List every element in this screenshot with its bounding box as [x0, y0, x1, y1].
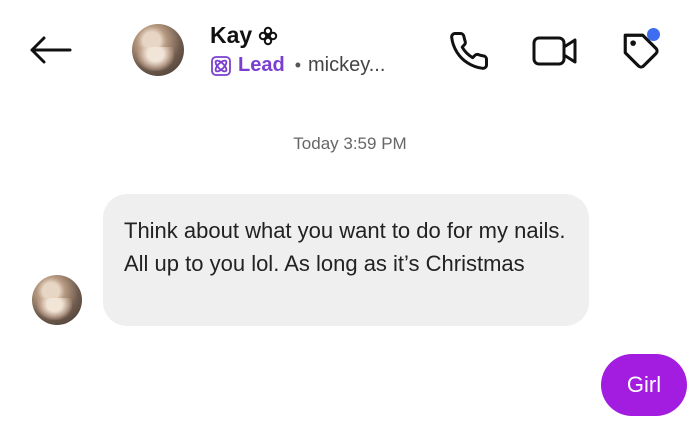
flower-icon — [258, 26, 278, 46]
lead-label[interactable]: Lead — [238, 54, 285, 77]
arrow-left-icon — [30, 36, 72, 64]
notification-dot — [647, 28, 660, 41]
outgoing-message-bubble[interactable]: Girl — [601, 354, 687, 416]
contact-name: Kay — [210, 22, 253, 48]
chat-header: Kay Lead • mickey... — [0, 0, 700, 110]
contact-username: mickey... — [308, 54, 386, 76]
contact-avatar[interactable] — [132, 24, 184, 76]
message-timestamp: Today 3:59 PM — [293, 134, 407, 153]
tag-button[interactable] — [616, 26, 666, 76]
separator-dot: • — [294, 55, 301, 75]
video-camera-icon — [532, 36, 577, 66]
contact-subtitle: Lead • mickey... — [210, 54, 385, 77]
call-button[interactable] — [444, 26, 494, 76]
phone-icon — [450, 32, 488, 70]
sender-avatar[interactable] — [32, 275, 82, 325]
contact-name-row[interactable]: Kay — [210, 22, 278, 49]
lead-atom-icon — [210, 55, 232, 77]
incoming-message-bubble[interactable]: Think about what you want to do for my n… — [103, 194, 589, 326]
video-call-button[interactable] — [530, 26, 580, 76]
back-button[interactable] — [26, 30, 74, 70]
